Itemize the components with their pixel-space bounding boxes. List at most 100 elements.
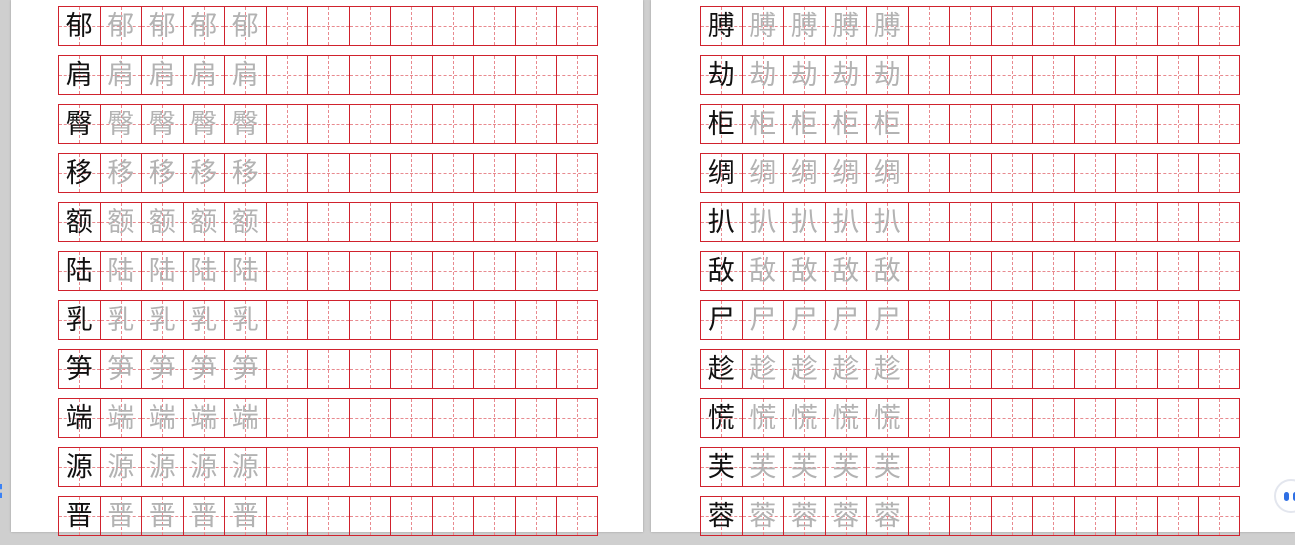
blank-practice-cell bbox=[349, 154, 391, 192]
practice-row: 额额额额额 bbox=[58, 202, 598, 242]
trace-character-cell: 移 bbox=[225, 154, 267, 192]
blank-practice-cell bbox=[557, 350, 597, 388]
trace-character: 晋 bbox=[148, 500, 176, 532]
model-character-cell: 陆 bbox=[59, 252, 101, 290]
model-character: 尸 bbox=[707, 304, 735, 336]
trace-character: 郁 bbox=[148, 10, 176, 42]
model-character: 蓉 bbox=[707, 500, 735, 532]
blank-practice-cell bbox=[266, 350, 308, 388]
blank-practice-cell bbox=[1157, 350, 1199, 388]
trace-character-cell: 移 bbox=[183, 154, 225, 192]
model-character-cell: 膊 bbox=[701, 7, 743, 45]
blank-practice-cell bbox=[908, 105, 950, 143]
trace-character: 趁 bbox=[873, 353, 901, 385]
practice-row: 慌慌慌慌慌 bbox=[700, 398, 1240, 438]
trace-character: 乳 bbox=[231, 304, 259, 336]
model-character: 膊 bbox=[707, 10, 735, 42]
blank-practice-cell bbox=[308, 252, 350, 290]
model-character-cell: 劫 bbox=[701, 56, 743, 94]
blank-practice-cell bbox=[308, 203, 350, 241]
practice-row: 蓉蓉蓉蓉蓉 bbox=[700, 496, 1240, 536]
model-character: 乳 bbox=[65, 304, 93, 336]
trace-character-cell: 膊 bbox=[867, 7, 909, 45]
trace-character-cell: 乳 bbox=[100, 301, 142, 339]
practice-row: 肩肩肩肩肩 bbox=[58, 55, 598, 95]
trace-character-cell: 陆 bbox=[142, 252, 184, 290]
practice-row: 尸尸尸尸尸 bbox=[700, 300, 1240, 340]
trace-character: 尸 bbox=[749, 304, 777, 336]
trace-character-cell: 劫 bbox=[742, 56, 784, 94]
blank-practice-cell bbox=[266, 7, 308, 45]
trace-character: 郁 bbox=[107, 10, 135, 42]
blank-practice-cell bbox=[1157, 56, 1199, 94]
practice-row: 敌敌敌敌敌 bbox=[700, 251, 1240, 291]
trace-character: 笋 bbox=[107, 353, 135, 385]
trace-character-cell: 膊 bbox=[742, 7, 784, 45]
blank-practice-cell bbox=[1157, 154, 1199, 192]
trace-character-cell: 蓉 bbox=[784, 497, 826, 535]
practice-row: 臀臀臀臀臀 bbox=[58, 104, 598, 144]
trace-character: 臀 bbox=[231, 108, 259, 140]
trace-character: 芙 bbox=[873, 451, 901, 483]
side-tab-icon[interactable] bbox=[0, 484, 6, 498]
blank-practice-cell bbox=[1199, 497, 1239, 535]
blank-practice-cell bbox=[515, 448, 557, 486]
model-character-cell: 尸 bbox=[701, 301, 743, 339]
trace-character-cell: 笋 bbox=[225, 350, 267, 388]
practice-row: 端端端端端 bbox=[58, 398, 598, 438]
trace-character: 移 bbox=[107, 157, 135, 189]
trace-character: 陆 bbox=[148, 255, 176, 287]
trace-character: 源 bbox=[190, 451, 218, 483]
blank-practice-cell bbox=[991, 497, 1033, 535]
blank-practice-cell bbox=[432, 252, 474, 290]
trace-character-cell: 敌 bbox=[784, 252, 826, 290]
trace-character: 尸 bbox=[790, 304, 818, 336]
trace-character: 扒 bbox=[749, 206, 777, 238]
blank-practice-cell bbox=[991, 56, 1033, 94]
model-character: 陆 bbox=[65, 255, 93, 287]
blank-practice-cell bbox=[557, 105, 597, 143]
blank-practice-cell bbox=[1157, 7, 1199, 45]
blank-practice-cell bbox=[557, 448, 597, 486]
trace-character: 晋 bbox=[231, 500, 259, 532]
blank-practice-cell bbox=[1116, 7, 1158, 45]
blank-practice-cell bbox=[391, 56, 433, 94]
model-character-cell: 芙 bbox=[701, 448, 743, 486]
worksheet-page-left: 郁郁郁郁郁肩肩肩肩肩臀臀臀臀臀移移移移移额额额额额陆陆陆陆陆乳乳乳乳乳笋笋笋笋笋… bbox=[11, 0, 643, 536]
trace-character: 慌 bbox=[749, 402, 777, 434]
blank-practice-cell bbox=[991, 301, 1033, 339]
trace-character-cell: 劫 bbox=[867, 56, 909, 94]
trace-character: 膊 bbox=[749, 10, 777, 42]
model-character: 笋 bbox=[65, 353, 93, 385]
model-character-cell: 趁 bbox=[701, 350, 743, 388]
trace-character: 乳 bbox=[190, 304, 218, 336]
trace-character-cell: 劫 bbox=[784, 56, 826, 94]
practice-row: 乳乳乳乳乳 bbox=[58, 300, 598, 340]
blank-practice-cell bbox=[349, 56, 391, 94]
blank-practice-cell bbox=[432, 497, 474, 535]
trace-character-cell: 芙 bbox=[867, 448, 909, 486]
trace-character-cell: 晋 bbox=[142, 497, 184, 535]
trace-character-cell: 源 bbox=[225, 448, 267, 486]
model-character: 臀 bbox=[65, 108, 93, 140]
blank-practice-cell bbox=[515, 252, 557, 290]
blank-practice-cell bbox=[950, 350, 992, 388]
blank-practice-cell bbox=[266, 448, 308, 486]
trace-character: 劫 bbox=[832, 59, 860, 91]
trace-character: 敌 bbox=[832, 255, 860, 287]
trace-character: 乳 bbox=[107, 304, 135, 336]
blank-practice-cell bbox=[266, 497, 308, 535]
blank-practice-cell bbox=[308, 154, 350, 192]
blank-practice-cell bbox=[1074, 301, 1116, 339]
blank-practice-cell bbox=[391, 301, 433, 339]
model-character: 敌 bbox=[707, 255, 735, 287]
trace-character: 敌 bbox=[749, 255, 777, 287]
trace-character: 慌 bbox=[832, 402, 860, 434]
model-character: 扒 bbox=[707, 206, 735, 238]
blank-practice-cell bbox=[266, 399, 308, 437]
blank-practice-cell bbox=[908, 56, 950, 94]
blank-practice-cell bbox=[1074, 399, 1116, 437]
blank-practice-cell bbox=[1199, 154, 1239, 192]
trace-character-cell: 绸 bbox=[784, 154, 826, 192]
blank-practice-cell bbox=[991, 448, 1033, 486]
